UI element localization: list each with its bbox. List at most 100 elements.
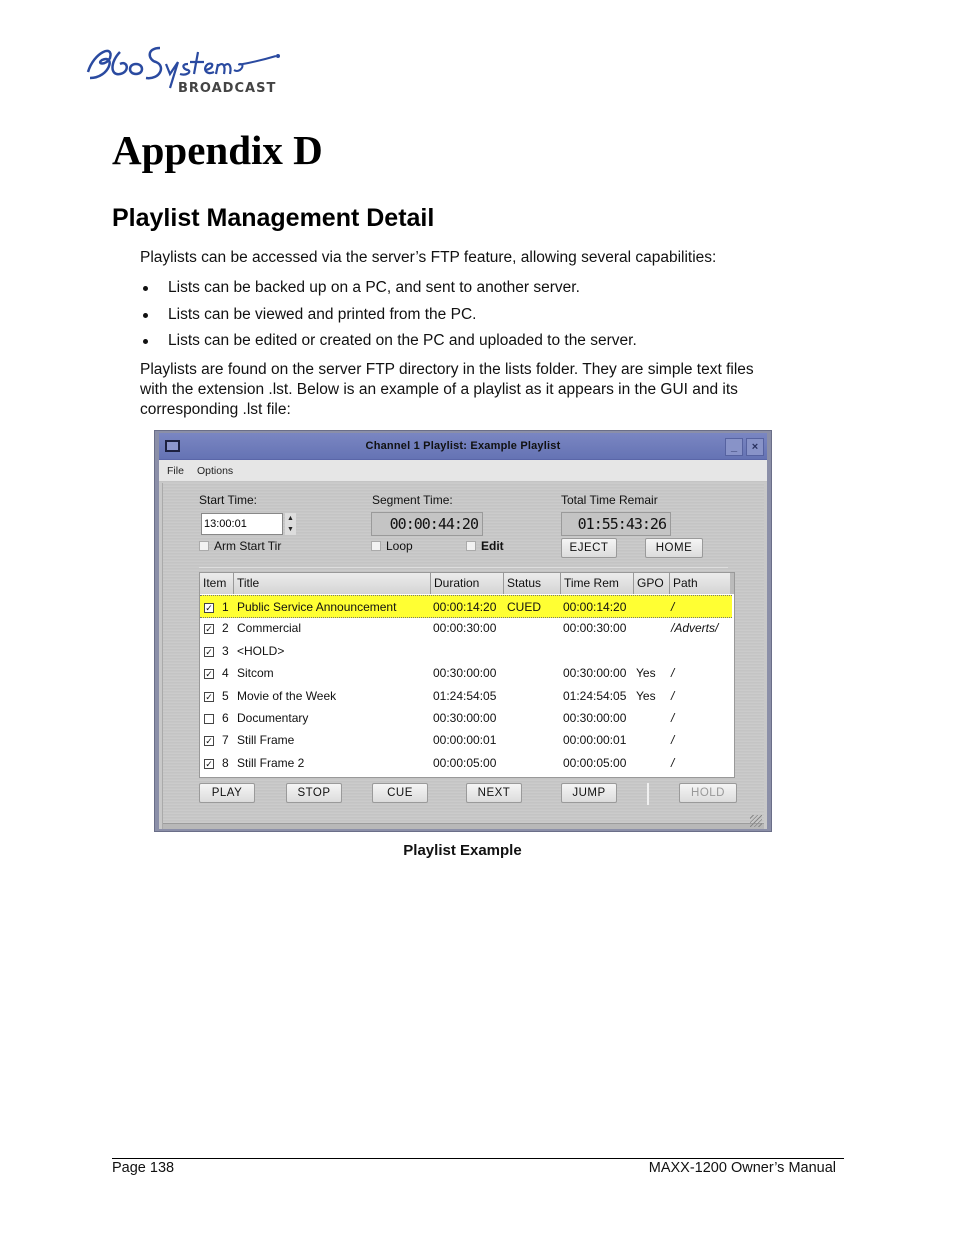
cell-title: <HOLD> <box>237 643 285 658</box>
table-row[interactable]: ✓ 7 Still Frame 00:00:00:01 00:00:00:01 / <box>200 729 732 752</box>
stop-button[interactable]: STOP <box>286 783 342 803</box>
cell-title: Commercial <box>237 621 302 636</box>
cell-title: Public Service Announcement <box>237 600 397 614</box>
close-button[interactable]: × <box>746 438 764 456</box>
next-button[interactable]: NEXT <box>466 783 522 803</box>
start-time-label: Start Time: <box>199 493 258 507</box>
cell-path: / <box>671 733 675 748</box>
button-separator <box>647 783 649 805</box>
checked-checkbox-icon[interactable]: ✓ <box>204 736 214 747</box>
cue-button[interactable]: CUE <box>372 783 428 803</box>
cell-status: CUED <box>507 600 542 614</box>
start-time-input[interactable]: 13:00:01 <box>201 513 283 535</box>
unchecked-checkbox-icon[interactable] <box>204 714 214 724</box>
status-strip <box>163 823 764 829</box>
cell-title: Sitcom <box>237 666 274 681</box>
intro-paragraph: Playlists can be accessed via the server… <box>140 249 717 266</box>
table-header: Item Title Duration Status Time Rem GPO … <box>200 573 734 594</box>
list-item: Lists can be backed up on a PC, and sent… <box>140 278 637 305</box>
column-header-duration[interactable]: Duration <box>431 573 504 594</box>
resize-grip-icon[interactable] <box>750 815 762 827</box>
checked-checkbox-icon[interactable]: ✓ <box>204 624 214 635</box>
cell-item: 1 <box>222 600 229 614</box>
checked-checkbox-icon[interactable]: ✓ <box>204 758 214 769</box>
total-time-display: 01:55:43:26 <box>561 512 671 536</box>
cell-path: / <box>671 711 675 725</box>
checkbox-icon[interactable] <box>199 541 209 551</box>
cell-duration: 00:00:14:20 <box>433 600 497 614</box>
360-systems-logo-icon: BROADCAST <box>86 46 280 96</box>
list-item: Lists can be viewed and printed from the… <box>140 305 637 332</box>
cell-item: 7 <box>222 733 229 748</box>
checkbox-icon[interactable] <box>371 541 381 551</box>
cell-duration: 00:00:05:00 <box>433 755 497 770</box>
cell-path: / <box>671 666 675 681</box>
total-time-label: Total Time Remair <box>561 493 658 507</box>
cell-path: / <box>671 755 675 770</box>
menu-file[interactable]: File <box>167 465 184 477</box>
checked-checkbox-icon[interactable]: ✓ <box>204 646 214 657</box>
loop-checkbox[interactable]: Loop <box>371 539 413 553</box>
spin-up-icon[interactable]: ▲ <box>285 513 296 524</box>
list-item: Lists can be edited or created on the PC… <box>140 331 637 358</box>
manual-title: MAXX-1200 Owner’s Manual <box>648 1160 836 1176</box>
bullet-icon <box>143 339 148 344</box>
cell-time-rem: 00:00:05:00 <box>563 755 627 770</box>
page-number: Page 138 <box>112 1160 175 1176</box>
start-time-spinner[interactable]: ▲ ▼ <box>285 513 296 535</box>
hold-button[interactable]: HOLD <box>679 783 737 803</box>
bullet-icon <box>143 286 148 291</box>
playlist-panel: Start Time: 13:00:01 ▲ ▼ Segment Time: 0… <box>162 483 764 829</box>
table-row[interactable]: ✓ 8 Still Frame 2 00:00:05:00 00:00:05:00 / <box>200 752 732 775</box>
description-paragraph: Playlists are found on the server FTP di… <box>140 361 754 418</box>
column-header-item[interactable]: Item <box>200 573 234 594</box>
cell-item: 5 <box>222 688 229 703</box>
table-row[interactable]: ✓ 5 Movie of the Week 01:24:54:05 01:24:54:0… <box>200 685 732 708</box>
segment-time-label: Segment Time: <box>372 493 453 507</box>
arm-start-time-checkbox[interactable]: Arm Start Tir <box>199 539 281 553</box>
cell-item: 2 <box>222 621 229 636</box>
column-header-path[interactable]: Path <box>670 573 732 594</box>
cell-time-rem: 00:00:14:20 <box>563 600 627 614</box>
cell-title: Movie of the Week <box>237 688 337 703</box>
header-scroll-corner <box>730 573 734 594</box>
checked-checkbox-icon[interactable]: ✓ <box>204 669 214 680</box>
column-header-time-rem[interactable]: Time Rem <box>561 573 634 594</box>
cell-gpo: Yes <box>636 666 656 681</box>
bullet-icon <box>143 312 148 318</box>
cell-title: Documentary <box>237 711 309 725</box>
checkbox-icon[interactable] <box>466 541 476 551</box>
column-header-title[interactable]: Title <box>234 573 431 594</box>
spin-down-icon[interactable]: ▼ <box>285 524 296 535</box>
divider <box>199 567 728 568</box>
column-header-status[interactable]: Status <box>504 573 561 594</box>
eject-button[interactable]: EJECT <box>561 538 617 558</box>
cell-gpo: Yes <box>636 688 656 703</box>
playlist-table: Item Title Duration Status Time Rem GPO … <box>199 572 735 778</box>
table-row[interactable]: ✓ 1 Public Service Announcement 00:00:14:20… <box>200 595 732 618</box>
checked-checkbox-icon[interactable]: ✓ <box>204 691 214 702</box>
segment-time-display: 00:00:44:20 <box>371 512 483 536</box>
table-row[interactable]: ✓ 3 <HOLD> <box>200 640 732 663</box>
cell-item: 4 <box>222 666 229 681</box>
cell-duration: 01:24:54:05 <box>433 688 497 703</box>
menu-bar: File Options <box>159 460 767 482</box>
capabilities-list: Lists can be backed up on a PC, and sent… <box>140 278 637 358</box>
edit-checkbox[interactable]: Edit <box>466 539 504 553</box>
menu-options[interactable]: Options <box>197 465 233 477</box>
home-button[interactable]: HOME <box>645 538 703 558</box>
cell-item: 6 <box>222 711 229 725</box>
figure-caption: Playlist Example <box>403 842 522 859</box>
table-row[interactable]: ✓ 2 Commercial 00:00:30:00 00:00:30:00/Adver… <box>200 617 732 640</box>
jump-button[interactable]: JUMP <box>561 783 617 803</box>
checked-checkbox-icon[interactable]: ✓ <box>204 603 214 613</box>
cell-item: 8 <box>222 755 229 770</box>
minimize-button[interactable]: _ <box>725 438 743 456</box>
cell-time-rem: 01:24:54:05 <box>563 688 627 703</box>
cell-duration: 00:00:00:01 <box>433 733 497 748</box>
playlist-window-screenshot: Channel 1 Playlist: Example Playlist _ ×… <box>154 430 772 832</box>
table-row[interactable]: ✓ 4 Sitcom 00:30:00:00 00:30:00:00 Yes / <box>200 662 732 685</box>
column-header-gpo[interactable]: GPO <box>634 573 670 594</box>
play-button[interactable]: PLAY <box>199 783 255 803</box>
table-row[interactable]: 6 Documentary 00:30:00:00 00:30:00:00 / <box>200 707 732 730</box>
